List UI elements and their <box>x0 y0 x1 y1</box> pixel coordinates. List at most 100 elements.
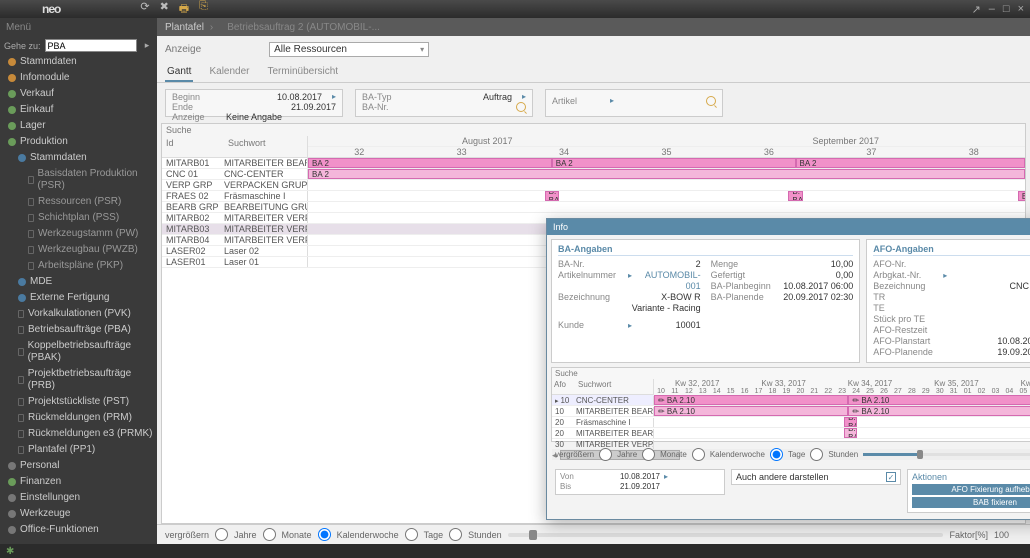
sidebar-item[interactable]: Office-Funktionen <box>0 522 157 538</box>
dialog-title: Info <box>553 222 568 232</box>
gantt-suche-label: Suche <box>166 125 192 135</box>
tab-termine[interactable]: Terminübersicht <box>266 63 341 82</box>
sidebar-item[interactable]: Verkauf <box>0 86 157 102</box>
sidebar-item[interactable]: Betriebsaufträge (PBA) <box>0 322 157 338</box>
auch-andere-checkbox[interactable]: ✓ <box>886 472 896 482</box>
goto-button[interactable]: ▸ <box>141 40 153 51</box>
tools-icon[interactable]: ✖ <box>160 0 169 19</box>
maximize-icon[interactable]: □ <box>1003 3 1010 16</box>
zoom-kw-radio[interactable] <box>318 528 331 541</box>
title-bar: neo ⟳ ✖ 🖶 ⎘ ↗ – □ × <box>0 0 1030 18</box>
afo-fixierung-aufheben-button[interactable]: AFO Fixierung aufheben <box>912 484 1030 495</box>
mzoom-slider[interactable] <box>863 453 1030 456</box>
lookup-icon[interactable]: ▸ <box>610 96 614 108</box>
gantt-header: Id Suchwort August 2017September 2017 32… <box>162 136 1025 158</box>
zoom-slider[interactable] <box>508 533 944 537</box>
sidebar-item[interactable]: Externe Fertigung <box>0 290 157 306</box>
gantt-row: VERP GRPVERPACKEN GRUPPE <box>162 180 1025 191</box>
refresh-icon[interactable]: ⟳ <box>140 0 149 19</box>
lookup-icon[interactable]: ▸ <box>522 92 526 102</box>
zoom-monate-radio[interactable] <box>263 528 276 541</box>
gantt-bar[interactable]: ✏ BA 2.10 <box>848 395 1030 405</box>
mzoom-stunden-radio[interactable] <box>810 448 823 461</box>
breadcrumb-b[interactable]: Betriebsauftrag 2 (AUTOMOBIL-... <box>227 22 380 33</box>
zoom-jahre-radio[interactable] <box>215 528 228 541</box>
sidebar-item[interactable]: Stammdaten <box>0 54 157 70</box>
sidebar-item[interactable]: Projektbetriebsaufträge (PRB) <box>0 366 157 394</box>
breadcrumb-a[interactable]: Plantafel <box>165 22 204 33</box>
gantt-bar[interactable]: BA <box>1018 191 1025 201</box>
status-bar: ✱ <box>0 544 1030 558</box>
sidebar-item[interactable]: Produktion <box>0 134 157 150</box>
sidebar-item[interactable]: Schichtplan (PSS) <box>0 210 157 226</box>
sidebar-item[interactable]: Werkzeugstamm (PW) <box>0 226 157 242</box>
export-icon[interactable]: ⎘ <box>199 0 208 19</box>
sidebar-item[interactable]: Einstellungen <box>0 490 157 506</box>
tab-gantt[interactable]: Gantt <box>165 63 193 82</box>
bab-fixieren-button[interactable]: BAB fixieren <box>912 497 1030 508</box>
sidebar-item[interactable]: Basisdaten Produktion (PSR) <box>0 166 157 194</box>
sidebar-item[interactable]: MDE <box>0 274 157 290</box>
sidebar-item[interactable]: Vorkalkulationen (PVK) <box>0 306 157 322</box>
zoom-label: vergrößern <box>165 530 209 540</box>
col-id: Id <box>162 136 224 157</box>
gantt-bar[interactable]: ✏ BA 2.10 <box>654 406 848 416</box>
gantt-bar[interactable]: ✏ BA 2.10 <box>848 406 1030 416</box>
gantt-bar[interactable]: B: BA <box>844 417 857 427</box>
aktionen-panel: Aktionen AFO Fixierung aufheben BAB fixi… <box>907 469 1030 513</box>
sidebar-item[interactable]: Arbeitspläne (PKP) <box>0 258 157 274</box>
sidebar-item[interactable]: Lager <box>0 118 157 134</box>
sidebar-item[interactable]: Werkzeugbau (PWZB) <box>0 242 157 258</box>
panel-batype: BA-TypAuftrag▸ BA-Nr. <box>355 89 533 117</box>
gantt-row: MITARB01MITARBEITER BEARBEITBA 2BA 2BA 2 <box>162 158 1025 169</box>
sidebar-item[interactable]: Rückmeldungen e3 (PRMK) <box>0 426 157 442</box>
sidebar-item[interactable]: Infomodule <box>0 70 157 86</box>
mzoom-kw-radio[interactable] <box>692 448 705 461</box>
sidebar-item[interactable]: Plantafel (PP1) <box>0 442 157 458</box>
gantt-bar[interactable]: BA 2 <box>552 158 796 168</box>
popout-icon[interactable]: ↗ <box>972 3 981 16</box>
search-icon[interactable] <box>706 96 716 106</box>
sidebar-item[interactable]: Werkzeuge <box>0 506 157 522</box>
sidebar-item[interactable]: Finanzen <box>0 474 157 490</box>
lookup-icon[interactable]: ▸ <box>332 92 336 102</box>
gantt-bar[interactable]: BA 2 <box>308 158 552 168</box>
tab-kalender[interactable]: Kalender <box>207 63 251 82</box>
print-icon[interactable]: 🖶 <box>179 0 189 19</box>
mzoom-jahre-radio[interactable] <box>599 448 612 461</box>
filter-anzeige-combo[interactable]: Alle Ressourcen <box>269 42 429 57</box>
goto-input[interactable] <box>45 39 137 52</box>
gantt-bar[interactable]: BA 2 <box>796 158 1025 168</box>
zoom-stunden-radio[interactable] <box>449 528 462 541</box>
gantt-bar[interactable]: B: BA <box>788 191 802 201</box>
sidebar-item[interactable]: Rückmeldungen (PRM) <box>0 410 157 426</box>
panel-artikel: Artikel▸ <box>545 89 723 117</box>
search-icon[interactable] <box>516 102 526 112</box>
sidebar-item[interactable]: Koppelbetriebsaufträge (PBAK) <box>0 338 157 366</box>
dialog-titlebar[interactable]: Info × <box>547 219 1030 235</box>
sidebar-item[interactable]: Einkauf <box>0 102 157 118</box>
afo-section: AFO-Angaben AFO-Nr.10 Arbgkat.-Nr.▸CNC B… <box>866 239 1030 363</box>
zoom-faktor-label: Faktor[%] <box>949 530 988 540</box>
gantt-bar[interactable]: ✏ BA 2.10 <box>654 395 848 405</box>
info-panels: Beginn10.08.2017▸ Ende21.09.2017 Anzeige… <box>157 83 1030 123</box>
lookup-icon[interactable]: ▸ <box>664 472 668 482</box>
close-icon[interactable]: × <box>1018 3 1024 16</box>
status-icon: ✱ <box>6 546 14 557</box>
toolbar-icons: ⟳ ✖ 🖶 ⎘ <box>140 0 208 19</box>
zoom-bar: vergrößern Jahre Monate Kalenderwoche Ta… <box>157 524 1030 544</box>
mzoom-monate-radio[interactable] <box>642 448 655 461</box>
sidebar-item[interactable]: Projektstückliste (PST) <box>0 394 157 410</box>
gantt-bar[interactable]: B: BA <box>545 191 559 201</box>
vonbis-panel: Von10.08.2017▸ Bis21.09.2017 <box>555 469 725 495</box>
mzoom-tage-radio[interactable] <box>770 448 783 461</box>
sidebar-item[interactable]: Stammdaten <box>0 150 157 166</box>
gantt-bar[interactable]: B: BA <box>844 428 857 438</box>
zoom-tage-radio[interactable] <box>405 528 418 541</box>
col-afo: Afo <box>552 379 576 395</box>
minimize-icon[interactable]: – <box>989 3 995 16</box>
gantt-bar[interactable]: BA 2 <box>308 169 1025 179</box>
ba-section-header: BA-Angaben <box>558 244 853 256</box>
sidebar-item[interactable]: Personal <box>0 458 157 474</box>
sidebar-item[interactable]: Ressourcen (PSR) <box>0 194 157 210</box>
